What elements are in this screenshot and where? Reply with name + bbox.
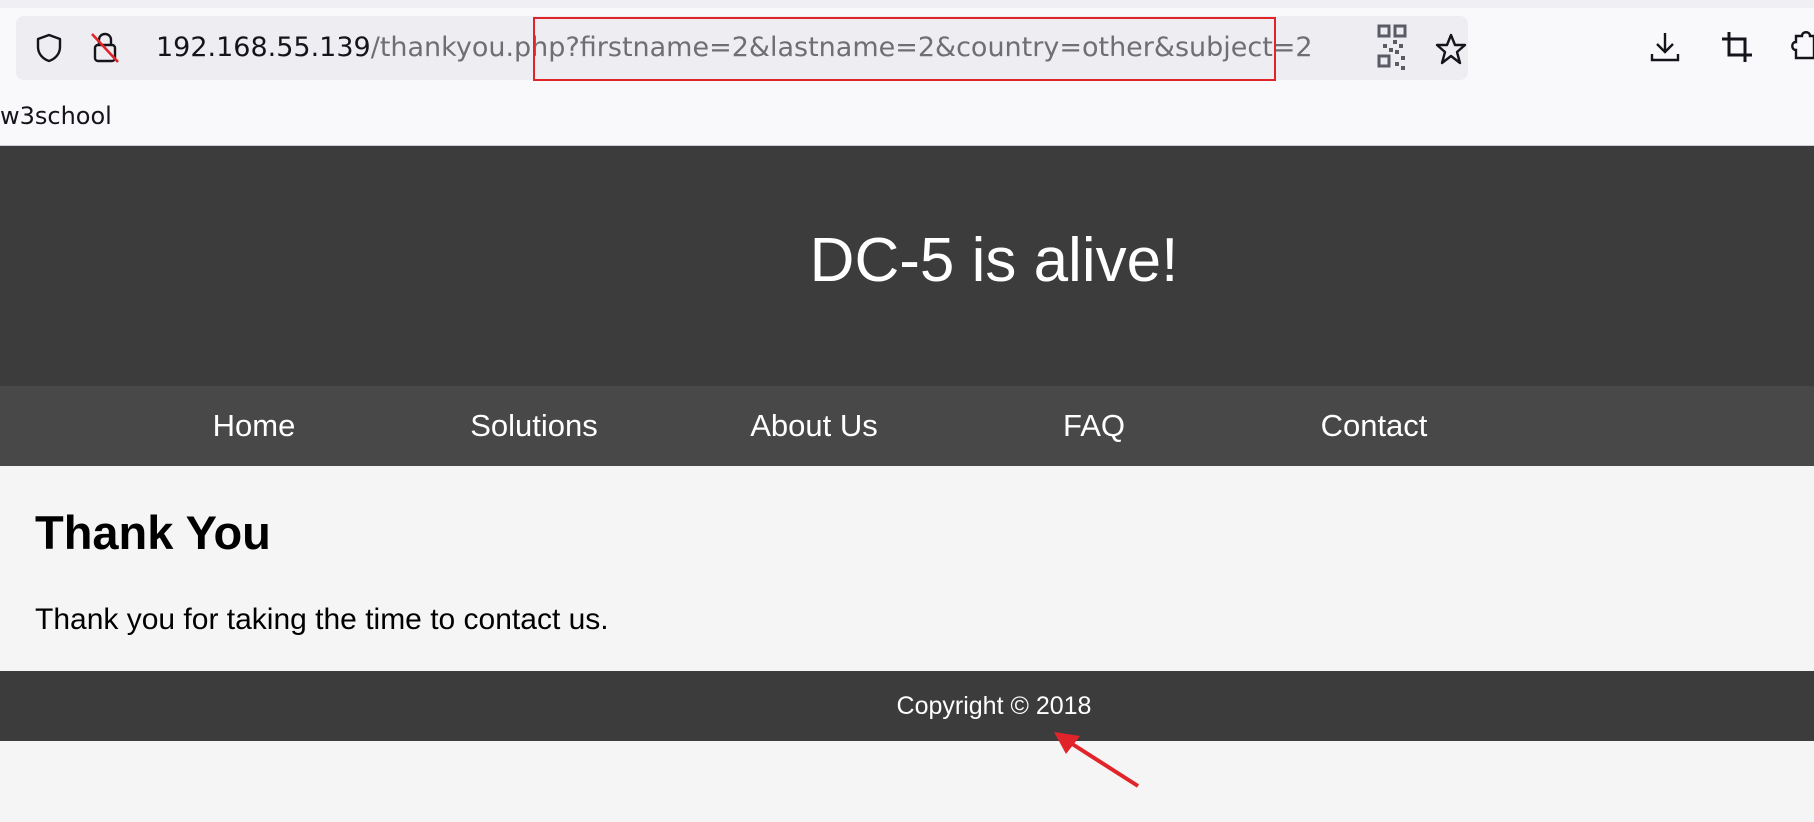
star-icon[interactable] [1434, 32, 1468, 66]
url-query-highlight-annotation [533, 17, 1276, 81]
nav-solutions[interactable]: Solutions [394, 386, 674, 466]
site-title: DC-5 is alive! [809, 226, 1179, 295]
lock-warning-icon[interactable] [88, 30, 122, 66]
extension-icon[interactable] [1790, 28, 1814, 64]
qr-code-icon[interactable] [1377, 22, 1407, 72]
browser-toolbar: 192.168.55.139/thankyou.php?firstname=2&… [0, 0, 1814, 146]
bookmark-w3school[interactable]: w3school [0, 101, 112, 131]
shield-icon[interactable] [33, 32, 65, 64]
thank-you-message: Thank you for taking the time to contact… [35, 603, 609, 636]
site-header: DC-5 is alive! [0, 146, 1814, 386]
copyright-text: Copyright © 2018 [896, 692, 1092, 720]
page-heading: Thank You [35, 506, 271, 559]
annotation-arrow-icon [1054, 732, 1140, 788]
site-footer: Copyright © 2018 [0, 671, 1814, 741]
site-nav: Home Solutions About Us FAQ Contact [0, 386, 1814, 466]
nav-faq[interactable]: FAQ [954, 386, 1234, 466]
nav-contact[interactable]: Contact [1234, 386, 1514, 466]
tab-strip [0, 0, 1814, 8]
nav-home[interactable]: Home [114, 386, 394, 466]
crop-icon[interactable] [1720, 30, 1754, 64]
nav-about-us[interactable]: About Us [674, 386, 954, 466]
download-icon[interactable] [1648, 30, 1682, 64]
url-host: 192.168.55.139 [156, 32, 371, 63]
